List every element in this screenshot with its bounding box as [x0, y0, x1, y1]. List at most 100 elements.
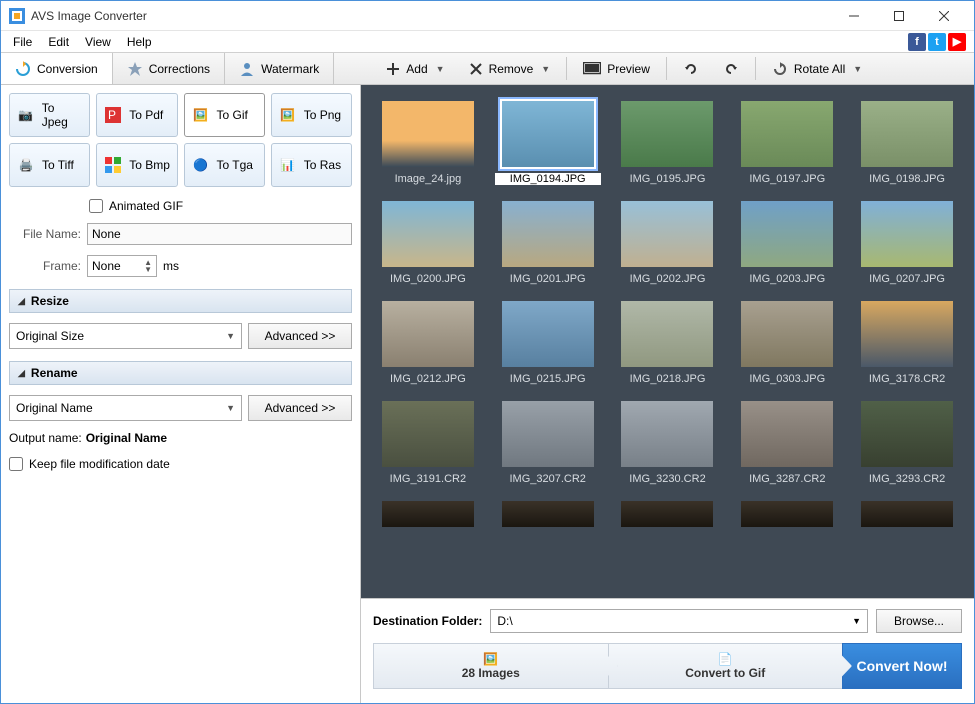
format-png-label: To Png — [304, 108, 341, 122]
youtube-icon[interactable]: ▶ — [948, 33, 966, 51]
rotate-left-button[interactable] — [671, 53, 711, 84]
menu-help[interactable]: Help — [119, 33, 160, 51]
destination-combo[interactable]: D:\ ▼ — [490, 609, 868, 633]
thumbnail-image — [859, 499, 955, 529]
menu-view[interactable]: View — [77, 33, 119, 51]
thumbnail-image — [380, 99, 476, 169]
format-ras-button[interactable]: 📊To Ras — [271, 143, 352, 187]
format-jpeg-button[interactable]: 📷To Jpeg — [9, 93, 90, 137]
thumbnail-image — [859, 199, 955, 269]
format-jpeg-label: To Jpeg — [42, 101, 84, 129]
preview-button[interactable]: Preview — [571, 53, 662, 84]
thumbnail[interactable]: IMG_3230.CR2 — [615, 399, 721, 485]
keep-date-checkbox[interactable] — [9, 457, 23, 471]
thumbnail[interactable]: Image_24.jpg — [375, 99, 481, 185]
thumbnail[interactable] — [495, 499, 601, 529]
rename-advanced-label: Advanced >> — [265, 401, 336, 415]
thumbnail[interactable]: IMG_0203.JPG — [734, 199, 840, 285]
thumbnail-image — [739, 299, 835, 369]
thumbnail[interactable]: IMG_0202.JPG — [615, 199, 721, 285]
step-bar: 🖼️ 28 Images 📄 Convert to Gif Convert No… — [373, 643, 962, 689]
rename-combo[interactable]: Original Name ▼ — [9, 395, 242, 421]
thumbnail[interactable]: IMG_0194.JPG — [495, 99, 601, 185]
tab-watermark[interactable]: Watermark — [225, 53, 334, 84]
thumbnail[interactable]: IMG_0207.JPG — [854, 199, 960, 285]
thumbnail-caption: IMG_0215.JPG — [495, 373, 601, 385]
resize-advanced-button[interactable]: Advanced >> — [248, 323, 352, 349]
thumbnail-image — [500, 199, 596, 269]
tab-corrections[interactable]: Corrections — [113, 53, 225, 84]
thumbnail[interactable] — [734, 499, 840, 529]
frame-spinner[interactable]: None ▲▼ — [87, 255, 157, 277]
thumbnail[interactable]: IMG_3207.CR2 — [495, 399, 601, 485]
format-pdf-button[interactable]: PTo Pdf — [96, 93, 177, 137]
close-button[interactable] — [921, 2, 966, 30]
thumbnail-caption: IMG_0195.JPG — [615, 173, 721, 185]
thumbnail-image — [739, 399, 835, 469]
format-tiff-button[interactable]: 🖨️To Tiff — [9, 143, 90, 187]
resize-section-header[interactable]: ◢ Resize — [9, 289, 352, 313]
thumbnail[interactable]: IMG_3178.CR2 — [854, 299, 960, 385]
thumbnail[interactable]: IMG_3191.CR2 — [375, 399, 481, 485]
thumbnail[interactable]: IMG_0201.JPG — [495, 199, 601, 285]
browse-button[interactable]: Browse... — [876, 609, 962, 633]
thumbnail[interactable]: IMG_0212.JPG — [375, 299, 481, 385]
twitter-icon[interactable]: t — [928, 33, 946, 51]
image-gallery[interactable]: Image_24.jpg IMG_0194.JPG IMG_0195.JPG IMG_… — [361, 85, 974, 598]
thumbnail-caption: IMG_3287.CR2 — [734, 473, 840, 485]
frame-unit: ms — [163, 259, 179, 273]
frame-value: None — [92, 259, 121, 273]
tab-conversion[interactable]: Conversion — [1, 53, 113, 84]
rotate-right-button[interactable] — [711, 53, 751, 84]
thumbnail[interactable] — [375, 499, 481, 529]
thumbnail[interactable]: IMG_3287.CR2 — [734, 399, 840, 485]
thumbnail[interactable]: IMG_0215.JPG — [495, 299, 601, 385]
format-tga-button[interactable]: 🔵To Tga — [184, 143, 265, 187]
rename-section-header[interactable]: ◢ Rename — [9, 361, 352, 385]
resize-title: Resize — [31, 294, 69, 308]
thumbnail-caption: IMG_0212.JPG — [375, 373, 481, 385]
thumbnail-caption: IMG_0207.JPG — [854, 273, 960, 285]
remove-button[interactable]: Remove ▼ — [457, 53, 563, 84]
star-icon — [127, 61, 143, 77]
minimize-button[interactable] — [831, 2, 876, 30]
thumbnail[interactable]: IMG_0200.JPG — [375, 199, 481, 285]
file-icon: 📄 — [718, 652, 733, 666]
filename-input[interactable] — [87, 223, 352, 245]
thumbnail[interactable]: IMG_0198.JPG — [854, 99, 960, 185]
add-button[interactable]: Add ▼ — [374, 53, 456, 84]
convert-now-button[interactable]: Convert Now! — [842, 643, 962, 689]
thumbnail-image — [619, 399, 715, 469]
title-bar: AVS Image Converter — [1, 1, 974, 31]
menu-file[interactable]: File — [5, 33, 40, 51]
thumbnail[interactable]: IMG_0218.JPG — [615, 299, 721, 385]
convert-now-label: Convert Now! — [857, 658, 948, 674]
thumbnail[interactable]: IMG_0195.JPG — [615, 99, 721, 185]
animated-gif-checkbox[interactable] — [89, 199, 103, 213]
format-grid: 📷To Jpeg PTo Pdf 🖼️To Gif 🖼️To Png 🖨️To … — [9, 93, 352, 187]
resize-combo[interactable]: Original Size ▼ — [9, 323, 242, 349]
format-bmp-button[interactable]: To Bmp — [96, 143, 177, 187]
toolbar: Conversion Corrections Watermark Add ▼ R… — [1, 53, 974, 85]
thumbnail[interactable] — [615, 499, 721, 529]
facebook-icon[interactable]: f — [908, 33, 926, 51]
thumbnail-image — [500, 299, 596, 369]
thumbnail-image — [739, 499, 835, 529]
maximize-button[interactable] — [876, 2, 921, 30]
rename-advanced-button[interactable]: Advanced >> — [248, 395, 352, 421]
pdf-icon: P — [103, 105, 123, 125]
thumbnail[interactable]: IMG_0197.JPG — [734, 99, 840, 185]
thumbnail-caption: IMG_0194.JPG — [495, 173, 601, 185]
thumbnail[interactable]: IMG_3293.CR2 — [854, 399, 960, 485]
thumbnail-image — [380, 399, 476, 469]
thumbnail[interactable] — [854, 499, 960, 529]
thumbnail[interactable]: IMG_0303.JPG — [734, 299, 840, 385]
format-png-button[interactable]: 🖼️To Png — [271, 93, 352, 137]
x-icon — [469, 62, 483, 76]
format-gif-button[interactable]: 🖼️To Gif — [184, 93, 265, 137]
menu-edit[interactable]: Edit — [40, 33, 77, 51]
svg-text:P: P — [108, 108, 116, 122]
rotate-all-button[interactable]: Rotate All ▼ — [760, 53, 874, 84]
rename-value: Original Name — [16, 401, 93, 415]
ras-icon: 📊 — [278, 155, 298, 175]
